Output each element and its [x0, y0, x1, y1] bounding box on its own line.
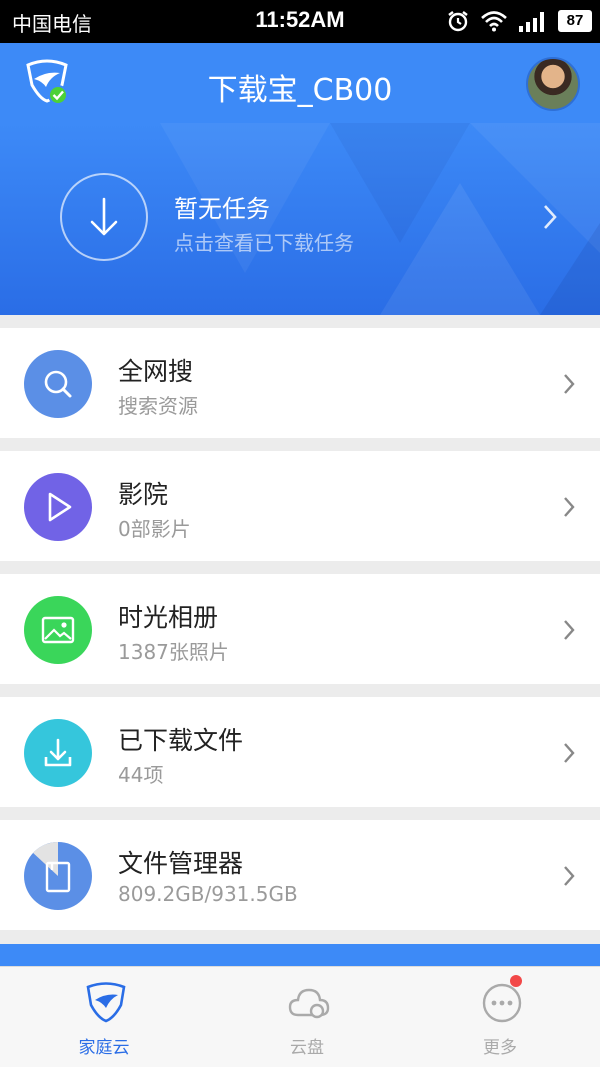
item-subtitle: 809.2GB/931.5GB [118, 882, 298, 906]
item-title: 时光相册 [118, 603, 219, 632]
item-title: 影院 [118, 480, 169, 509]
search-icon [24, 350, 92, 418]
more-icon [482, 983, 522, 1023]
item-title: 已下载文件 [118, 726, 244, 755]
list-item-search[interactable]: 全网搜 搜索资源 [0, 328, 600, 438]
tab-cloud-drive[interactable]: 云盘 [207, 967, 407, 1067]
item-subtitle: 1387张照片 [118, 640, 229, 664]
list-item-photo-album[interactable]: 时光相册 1387张照片 [0, 574, 600, 684]
tab-home-cloud[interactable]: 家庭云 [4, 967, 204, 1067]
list-item-downloaded-files[interactable]: 已下载文件 44项 [0, 697, 600, 807]
status-bar: 中国电信 11:52AM 87 [0, 0, 600, 43]
chevron-right-icon [564, 866, 575, 886]
item-subtitle: 44项 [118, 763, 164, 787]
storage-pie-icon [24, 842, 92, 910]
wifi-icon [481, 11, 507, 32]
status-icons: 87 [446, 8, 592, 34]
tab-label: 云盘 [290, 1038, 324, 1058]
chevron-right-icon [544, 205, 557, 229]
banner-title: 暂无任务 [174, 195, 270, 223]
download-circle [60, 173, 148, 261]
banner-subtitle: 点击查看已下载任务 [174, 231, 354, 255]
app-header: 下载宝_CB00 [0, 43, 600, 123]
tab-label: 家庭云 [78, 1038, 130, 1058]
download-tasks-banner[interactable]: 暂无任务 点击查看已下载任务 [0, 123, 600, 315]
user-avatar[interactable] [526, 57, 580, 111]
image-icon [24, 596, 92, 664]
chevron-right-icon [564, 497, 575, 517]
chevron-right-icon [564, 620, 575, 640]
bottom-tab-bar: 家庭云 云盘 更多 [0, 966, 600, 1067]
item-subtitle: 搜索资源 [118, 394, 198, 418]
battery-indicator: 87 [558, 10, 592, 32]
item-title: 文件管理器 [118, 849, 244, 878]
notification-dot [510, 975, 522, 987]
item-subtitle: 0部影片 [118, 517, 191, 541]
tab-more[interactable]: 更多 [400, 967, 600, 1067]
alarm-icon [448, 11, 468, 32]
list-item-file-manager[interactable]: 文件管理器 809.2GB/931.5GB [0, 820, 600, 930]
download-icon [90, 197, 118, 236]
download-icon [24, 719, 92, 787]
play-icon [24, 473, 92, 541]
list-item-cinema[interactable]: 影院 0部影片 [0, 451, 600, 561]
signal-icon [519, 12, 544, 32]
chevron-right-icon [564, 374, 575, 394]
chevron-right-icon [564, 743, 575, 763]
tab-label: 更多 [483, 1038, 517, 1058]
page-title: 下载宝_CB00 [207, 73, 393, 108]
notification-strip [0, 944, 600, 968]
home-cloud-icon [86, 982, 126, 1023]
item-title: 全网搜 [118, 357, 194, 386]
cloud-icon [288, 988, 330, 1019]
